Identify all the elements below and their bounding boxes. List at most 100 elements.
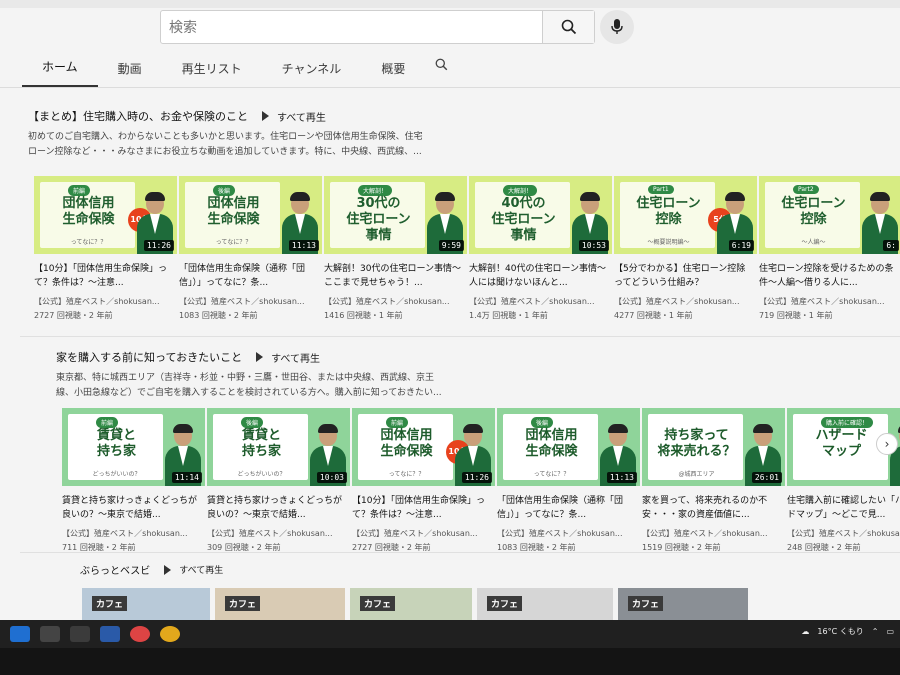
channel-name[interactable]: 【公式】殖産ベスト／shokusan... xyxy=(759,296,900,307)
channel-name[interactable]: 【公式】殖産ベスト／shokusan... xyxy=(179,296,324,307)
chrome-icon[interactable] xyxy=(160,626,180,642)
thumbnail-title: 賃貸と 持ち家 xyxy=(241,428,281,459)
play-all-button[interactable]: すべて再生 xyxy=(164,563,223,576)
search-icon xyxy=(561,19,576,35)
duration-badge: 6:19 xyxy=(728,240,754,251)
folder-icon[interactable] xyxy=(70,626,90,642)
tab-videos[interactable]: 動画 xyxy=(98,60,162,87)
video-card[interactable]: Part2 住宅ローン 控除 〜人編〜 6: 住宅ローン控除を受けるための条件〜人編〜借… xyxy=(759,176,900,321)
video-title[interactable]: 住宅ローン控除を受けるための条件〜人編〜借りる人に... xyxy=(759,262,900,290)
video-title[interactable]: 住宅購入前に確認したい「ハザードマップ」〜どこで見... xyxy=(787,494,900,522)
thumbnail-title: 住宅ローン 控除 xyxy=(781,196,846,227)
video-title[interactable]: 「団体信用生命保険（通称「団信」）」ってなに？条... xyxy=(179,262,324,290)
shelf-title[interactable]: 【まとめ】住宅購入時の、お金や保険のこと xyxy=(28,108,248,124)
video-title[interactable]: 大解剖！40代の住宅ローン事情〜人には聞けないほんと... xyxy=(469,262,614,290)
weather-text[interactable]: 16°C くもり xyxy=(817,626,863,637)
video-card[interactable]: 前編 賃貸と 持ち家 どっちがいいの？ 11:14 賃貸と持ち家けっきょくどっちが良いの… xyxy=(62,408,207,553)
channel-name[interactable]: 【公式】殖産ベスト／shokusan... xyxy=(787,528,900,539)
video-thumbnail[interactable]: 前編団体信用 生命保険ってなに？？10分11:26 xyxy=(34,176,179,254)
video-meta: 1416 回視聴・1 年前 xyxy=(324,311,403,320)
video-title[interactable]: 【10分】「団体信用生命保険」って？条件は？〜注意... xyxy=(352,494,497,522)
tab-about[interactable]: 概要 xyxy=(361,60,425,87)
channel-search-button[interactable] xyxy=(425,56,458,87)
tab-playlists[interactable]: 再生リスト xyxy=(162,60,262,87)
video-card[interactable]: 購入前に確認！ハザード マップ5:38住宅購入前に確認したい「ハザードマップ」〜… xyxy=(787,408,900,553)
thumbnail-subtitle: どっちがいいの？ xyxy=(237,471,286,478)
video-thumbnail[interactable]: 後編 団体信用 生命保険 ってなに？？ 11:13 xyxy=(497,408,642,486)
video-thumbnail[interactable]: カフェ xyxy=(215,588,345,624)
video-thumbnail[interactable]: 後編 団体信用 生命保険 ってなに？？ 11:13 xyxy=(179,176,324,254)
shelf-title[interactable]: ぶらっとベスビ xyxy=(80,562,150,577)
thumbnail-label: カフェ xyxy=(628,596,664,611)
channel-name[interactable]: 【公式】殖産ベスト／shokusan... xyxy=(614,296,759,307)
thumbnail-tag: 大解剖！ xyxy=(358,185,393,196)
video-card[interactable]: 持ち家って 将来売れる？ @城西エリア 26:01 家を買って、将来売れるのか不安・・… xyxy=(642,408,787,553)
network-icon[interactable]: ▭ xyxy=(886,627,894,636)
taskbar: ☁ 16°C くもり ⌃ ▭ xyxy=(0,620,900,648)
thumbnail-tag: 前編 xyxy=(68,185,91,196)
channel-name[interactable]: 【公式】殖産ベスト／shokusan... xyxy=(642,528,787,539)
video-thumbnail[interactable]: Part2 住宅ローン 控除 〜人編〜 6: xyxy=(759,176,900,254)
play-icon xyxy=(256,352,264,362)
duration-badge: 11:26 xyxy=(461,472,492,483)
taskview-icon[interactable] xyxy=(40,626,60,642)
video-thumbnail[interactable]: 大解剖！ 30代の 住宅ローン 事情 9:59 xyxy=(324,176,469,254)
video-title[interactable]: 「団体信用生命保険（通称「団信」）」ってなに？条... xyxy=(497,494,642,522)
video-thumbnail[interactable]: 後編 賃貸と 持ち家 どっちがいいの？ 10:03 xyxy=(207,408,352,486)
video-title[interactable]: 【10分】「団体信用生命保険」って？条件は？〜注意... xyxy=(34,262,179,290)
tab-channels[interactable]: チャンネル xyxy=(262,60,362,87)
search-icon xyxy=(435,58,448,71)
shelf-next-button[interactable]: › xyxy=(876,433,898,455)
video-card[interactable]: 後編 団体信用 生命保険 ってなに？？ 11:13 「団体信用生命保険（通称「団信」）」… xyxy=(179,176,324,321)
video-card[interactable]: 後編 団体信用 生命保険 ってなに？？ 11:13 「団体信用生命保険（通称「団信」）」… xyxy=(497,408,642,553)
video-thumbnail[interactable]: 前編 賃貸と 持ち家 どっちがいいの？ 11:14 xyxy=(62,408,207,486)
channel-name[interactable]: 【公式】殖産ベスト／shokusan... xyxy=(324,296,469,307)
channel-name[interactable]: 【公式】殖産ベスト／shokusan... xyxy=(469,296,614,307)
search-bar[interactable] xyxy=(160,10,595,44)
thumbnail-tag: Part2 xyxy=(793,185,819,194)
video-thumbnail[interactable]: 持ち家って 将来売れる？ @城西エリア 26:01 xyxy=(642,408,787,486)
search-input[interactable] xyxy=(161,11,542,43)
video-thumbnail[interactable]: カフェ xyxy=(618,588,748,624)
search-button[interactable] xyxy=(542,11,594,43)
video-title[interactable]: 家を買って、将来売れるのか不安・・・家の資産価値に... xyxy=(642,494,787,522)
video-card[interactable]: 大解剖！ 40代の 住宅ローン 事情 10:53 大解剖！40代の住宅ローン事情〜人に… xyxy=(469,176,614,321)
channel-name[interactable]: 【公式】殖産ベスト／shokusan... xyxy=(34,296,179,307)
video-row-2: 前編 賃貸と 持ち家 どっちがいいの？ 11:14 賃貸と持ち家けっきょくどっちが良いの… xyxy=(62,408,900,553)
chrome-icon[interactable] xyxy=(130,626,150,642)
mail-icon[interactable] xyxy=(100,626,120,642)
start-icon[interactable] xyxy=(10,626,30,642)
voice-search-button[interactable] xyxy=(600,10,634,44)
video-card[interactable]: 前編団体信用 生命保険ってなに？？10分11:26 【10分】「団体信用生命保険」… xyxy=(34,176,179,321)
channel-name[interactable]: 【公式】殖産ベスト／shokusan... xyxy=(497,528,642,539)
video-card[interactable]: 後編 賃貸と 持ち家 どっちがいいの？ 10:03 賃貸と持ち家けっきょくどっちが良いの… xyxy=(207,408,352,553)
thumbnail-subtitle: ってなに？？ xyxy=(388,471,425,478)
video-title[interactable]: 【5分でわかる】住宅ローン控除ってどういう仕組み？ xyxy=(614,262,759,290)
video-meta: 1083 回視聴・2 年前 xyxy=(179,311,258,320)
video-thumbnail[interactable]: カフェ xyxy=(350,588,472,624)
channel-name[interactable]: 【公式】殖産ベスト／shokusan... xyxy=(62,528,207,539)
video-card[interactable]: Part1住宅ローン 控除〜概要説明編〜5分6:19 【5分でわかる】住宅ローン控… xyxy=(614,176,759,321)
video-thumbnail[interactable]: Part1住宅ローン 控除〜概要説明編〜5分6:19 xyxy=(614,176,759,254)
shelf-title[interactable]: 家を購入する前に知っておきたいこと xyxy=(56,349,242,365)
tab-home[interactable]: ホーム xyxy=(22,58,98,87)
channel-name[interactable]: 【公式】殖産ベスト／shokusan... xyxy=(207,528,352,539)
video-meta: 4277 回視聴・1 年前 xyxy=(614,311,693,320)
play-all-button[interactable]: すべて再生 xyxy=(262,109,326,124)
video-card[interactable]: 大解剖！ 30代の 住宅ローン 事情 9:59 大解剖！30代の住宅ローン事情〜ここま… xyxy=(324,176,469,321)
video-card[interactable]: 前編団体信用 生命保険ってなに？？10分11:26 【10分】「団体信用生命保険」… xyxy=(352,408,497,553)
video-thumbnail[interactable]: カフェ xyxy=(82,588,210,624)
video-title[interactable]: 賃貸と持ち家けっきょくどっちが良いの？〜東京で結婚... xyxy=(62,494,207,522)
channel-name[interactable]: 【公式】殖産ベスト／shokusan... xyxy=(352,528,497,539)
video-title[interactable]: 賃貸と持ち家けっきょくどっちが良いの？〜東京で結婚... xyxy=(207,494,352,522)
video-title[interactable]: 大解剖！30代の住宅ローン事情〜ここまで見せちゃう！... xyxy=(324,262,469,290)
video-thumbnail[interactable]: 大解剖！ 40代の 住宅ローン 事情 10:53 xyxy=(469,176,614,254)
thumbnail-tag: 前編 xyxy=(386,417,409,428)
thumbnail-tag: 前編 xyxy=(96,417,119,428)
play-all-button[interactable]: すべて再生 xyxy=(256,350,320,365)
play-icon xyxy=(164,564,172,575)
video-thumbnail[interactable]: 前編団体信用 生命保険ってなに？？10分11:26 xyxy=(352,408,497,486)
chevron-up-icon[interactable]: ⌃ xyxy=(872,627,879,636)
video-thumbnail[interactable]: カフェ xyxy=(477,588,613,624)
thumbnail-title: 持ち家って 将来売れる？ xyxy=(657,428,736,459)
